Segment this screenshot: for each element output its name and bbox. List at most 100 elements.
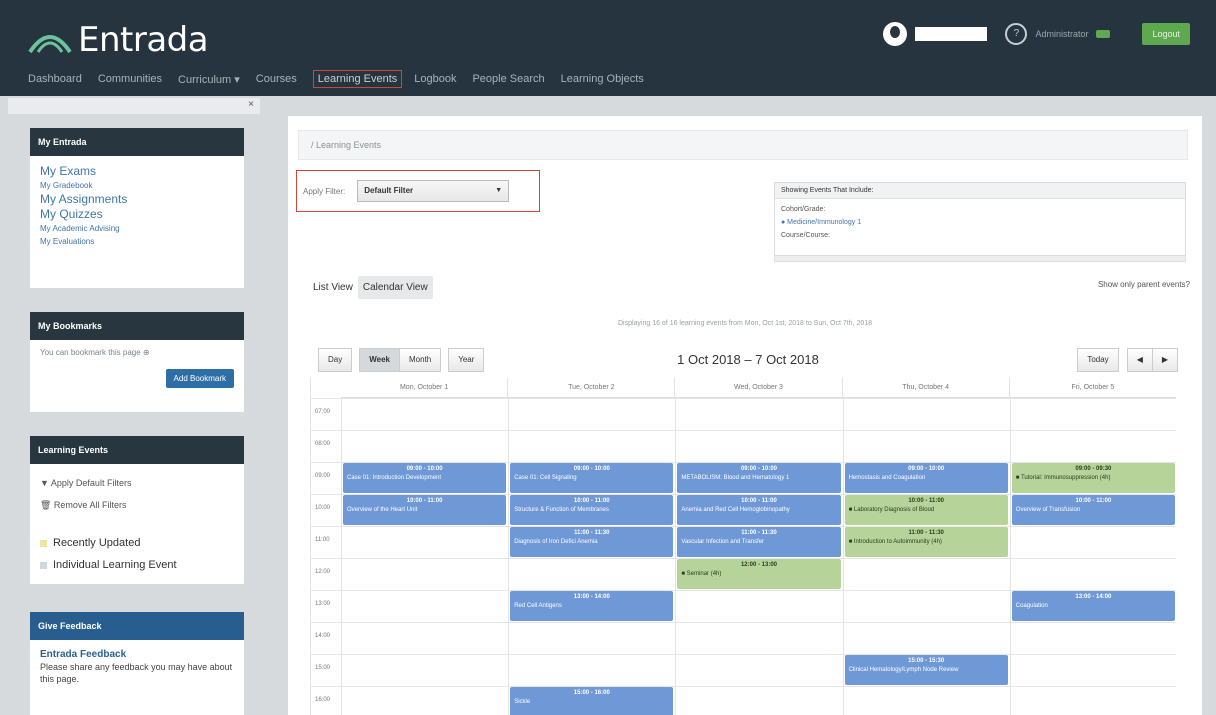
legend-individual-event: Individual Learning Event xyxy=(40,554,234,576)
event-title: Red Cell Antigens xyxy=(514,603,562,609)
link-my-evaluations[interactable]: My Evaluations xyxy=(40,235,234,248)
calendar-event[interactable]: 09:00 - 10:00 METABOLISM: Blood and Hemat… xyxy=(677,463,841,493)
calendar-event[interactable]: 09:00 - 10:00 Hemostasis and Coagulation xyxy=(844,463,1008,493)
feedback-link[interactable]: Entrada Feedback xyxy=(40,648,234,661)
add-bookmark-button[interactable]: Add Bookmark xyxy=(165,369,234,388)
time-label: 12:00 xyxy=(315,569,331,575)
calendar-event[interactable]: 11:00 - 11:30 Vascular Infection and Tran… xyxy=(677,527,841,557)
event-time: 15:00 - 16:00 xyxy=(573,690,610,696)
tab-list-view[interactable]: List View xyxy=(308,276,358,299)
event-title: Case 01: Introduction Development xyxy=(347,475,442,481)
nav-learning-objects[interactable]: Learning Objects xyxy=(561,71,644,87)
month-view-button[interactable]: Month xyxy=(399,348,442,372)
calendar-event[interactable]: 13:00 - 14:00 Coagulation xyxy=(1011,591,1175,621)
view-toggle: List View Calendar View xyxy=(308,276,433,299)
next-week-icon[interactable]: ▶ xyxy=(1151,348,1178,372)
time-label: 08:00 xyxy=(315,441,331,447)
nav-learning-events[interactable]: Learning Events xyxy=(312,70,403,88)
close-sidebar-icon[interactable]: × xyxy=(248,99,254,110)
calendar-event[interactable]: 09:00 - 10:00 Case 01: Cell Signaling xyxy=(510,463,674,493)
link-my-assignments[interactable]: My Assignments xyxy=(40,192,234,207)
filter-select[interactable]: Default Filter xyxy=(357,180,510,202)
calendar-event[interactable]: 10:00 - 11:00 Overview of the Heart Unit xyxy=(343,495,507,525)
day-header-thu[interactable]: Thu, October 4 xyxy=(843,378,1010,397)
calendar-event[interactable]: 15:00 - 15:30 Clinical Hematology/Lymph N… xyxy=(844,655,1008,685)
event-title: Structure & Function of Membranes xyxy=(514,507,609,513)
event-title: Coagulation xyxy=(1015,603,1048,609)
link-my-advising[interactable]: My Academic Advising xyxy=(40,222,234,235)
day-header-tue[interactable]: Tue, October 2 xyxy=(508,378,676,397)
time-slot[interactable]: 14:00 xyxy=(311,622,1176,654)
calendar-event[interactable]: 10:00 - 11:00 Overview of Transfusion xyxy=(1011,495,1175,525)
nav-logbook[interactable]: Logbook xyxy=(414,71,456,87)
event-title: Case 01: Cell Signaling xyxy=(514,475,577,481)
showing-item[interactable]: ● Medicine/Immunology 1 xyxy=(781,216,1179,229)
event-title: Overview of the Heart Unit xyxy=(347,507,418,513)
time-slot[interactable]: 15:00 xyxy=(311,654,1176,686)
view-buttons: Day Week Month Year xyxy=(318,348,485,372)
link-my-exams[interactable]: My Exams xyxy=(40,164,234,179)
event-time: 11:00 - 11:30 xyxy=(741,530,777,536)
nav-courses[interactable]: Courses xyxy=(256,71,297,87)
prev-week-icon[interactable]: ◀ xyxy=(1126,348,1153,372)
displaying-summary: Displaying 16 of 16 learning events from… xyxy=(617,320,873,327)
logo[interactable]: Entrada xyxy=(28,20,209,60)
nav-dashboard[interactable]: Dashboard xyxy=(28,71,82,87)
time-slot[interactable]: 07:00 xyxy=(311,398,1176,430)
time-slot[interactable]: 16:00 xyxy=(311,686,1176,715)
legend-swatch xyxy=(40,539,47,547)
calendar-event[interactable]: 12:00 - 13:00 ■ Seminar (4h) xyxy=(677,559,841,589)
calendar-event[interactable]: 10:00 - 11:00 Anemia and Red Cell Hemoglo… xyxy=(677,495,841,525)
event-time: 10:00 - 11:00 xyxy=(406,498,443,504)
calendar-event[interactable]: 10:00 - 11:00 Structure & Function of Mem… xyxy=(510,495,674,525)
event-title: ■ Seminar (4h) xyxy=(681,571,722,577)
year-view-button[interactable]: Year xyxy=(448,348,485,372)
tab-calendar-view[interactable]: Calendar View xyxy=(357,276,433,299)
bookmarks-panel: My Bookmarks You can bookmark this page … xyxy=(30,312,244,412)
event-time: 10:00 - 11:00 xyxy=(573,498,610,504)
nav-people-search[interactable]: People Search xyxy=(472,71,544,87)
today-button[interactable]: Today xyxy=(1077,348,1119,372)
logout-button[interactable]: Logout xyxy=(1142,23,1190,45)
day-column-divider xyxy=(675,398,677,715)
event-title: ■ Laboratory Diagnosis of Blood xyxy=(848,507,935,513)
user-name-redacted[interactable] xyxy=(915,27,988,41)
event-time: 09:00 - 10:00 xyxy=(740,466,777,472)
day-header-wed[interactable]: Wed, October 3 xyxy=(675,378,843,397)
event-title: Clinical Hematology/Lymph Node Review xyxy=(848,667,959,673)
avatar[interactable] xyxy=(883,22,908,46)
calendar-event[interactable]: 11:00 - 11:30 ■ Introduction to Autoimmun… xyxy=(844,527,1008,557)
parent-events-checkbox[interactable]: Show only parent events? xyxy=(1098,280,1190,289)
time-label: 11:00 xyxy=(315,537,330,543)
breadcrumb[interactable]: / Learning Events xyxy=(298,130,1188,160)
calendar-event[interactable]: 10:00 - 11:00 ■ Laboratory Diagnosis of B… xyxy=(844,495,1008,525)
feedback-panel: Give Feedback Entrada Feedback Please sh… xyxy=(30,612,244,715)
nav-communities[interactable]: Communities xyxy=(98,71,162,87)
event-title: Sickle xyxy=(514,699,531,705)
day-header-fri[interactable]: Fri, October 5 xyxy=(1010,378,1176,397)
showing-scrollbar[interactable] xyxy=(775,255,1185,261)
week-view-button[interactable]: Week xyxy=(359,348,400,372)
day-view-button[interactable]: Day xyxy=(318,348,353,372)
event-time: 15:00 - 15:30 xyxy=(908,658,945,664)
nav-curriculum[interactable]: Curriculum ▾ xyxy=(178,71,240,88)
bookmark-hint: You can bookmark this page ⊕ xyxy=(40,348,150,357)
link-my-gradebook[interactable]: My Gradebook xyxy=(40,179,234,192)
panel-title: My Entrada xyxy=(30,128,244,156)
day-header-mon[interactable]: Mon, October 1 xyxy=(341,378,509,397)
help-icon[interactable]: ? xyxy=(1005,23,1028,45)
link-my-quizzes[interactable]: My Quizzes xyxy=(40,207,234,222)
remove-all-filters-link[interactable]: 🗑 Remove All Filters xyxy=(40,494,234,516)
event-time: 09:00 - 10:00 xyxy=(573,466,610,472)
calendar-event[interactable]: 09:00 - 09:30 ■ Tutorial: Immunosuppressi… xyxy=(1011,463,1175,493)
apply-default-filters-link[interactable]: ▼ Apply Default Filters xyxy=(40,472,234,494)
event-title: Diagnosis of Iron Defici Anemia xyxy=(514,539,598,545)
calendar-event[interactable]: 13:00 - 14:00 Red Cell Antigens xyxy=(510,591,674,621)
time-slot[interactable]: 08:00 xyxy=(311,430,1176,462)
calendar-event[interactable]: 15:00 - 16:00 Sickle xyxy=(510,687,674,715)
panel-title: Learning Events xyxy=(30,436,244,464)
my-entrada-panel: My Entrada My Exams My Gradebook My Assi… xyxy=(30,128,244,288)
calendar-event[interactable]: 11:00 - 11:30 Diagnosis of Iron Defici An… xyxy=(510,527,674,557)
calendar-event[interactable]: 09:00 - 10:00 Case 01: Introduction Devel… xyxy=(343,463,507,493)
role-label[interactable]: Administrator xyxy=(1035,29,1088,39)
